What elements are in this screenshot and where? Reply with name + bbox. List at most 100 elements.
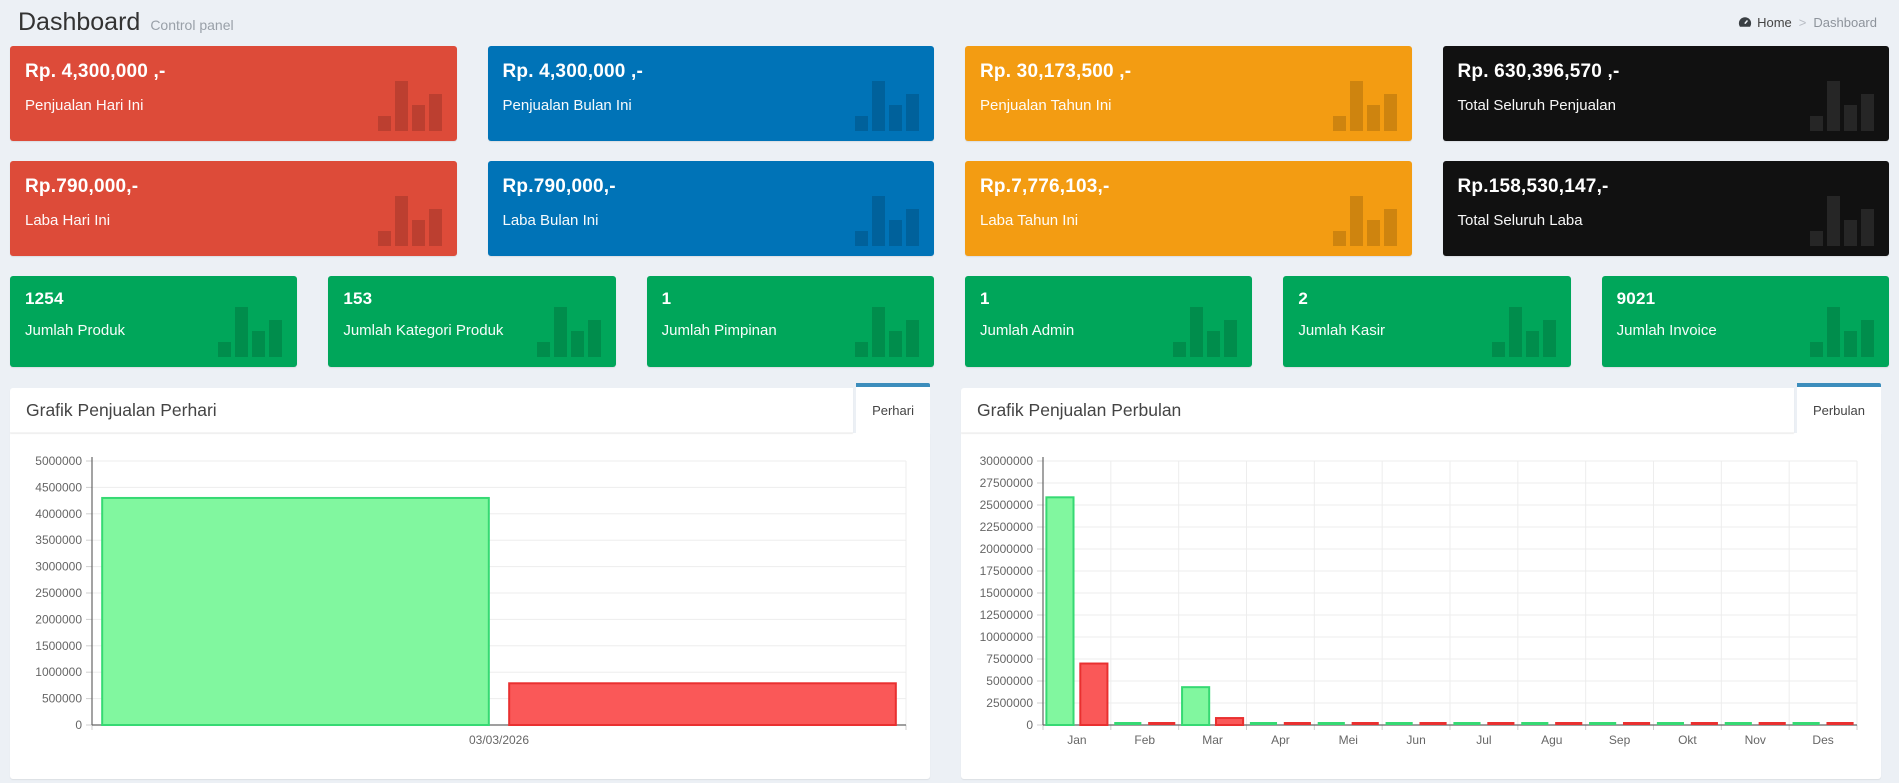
svg-text:7500000: 7500000 <box>986 652 1033 666</box>
stat-value: 1254 <box>25 289 282 309</box>
stat-row-laba: Rp.790,000,-Laba Hari Ini Rp.790,000,-Lab… <box>10 161 1889 256</box>
breadcrumb-current: Dashboard <box>1813 15 1877 30</box>
stat-box: Rp. 630,396,570 ,-Total Seluruh Penjuala… <box>1443 46 1890 141</box>
stat-value: 1 <box>980 289 1237 309</box>
svg-text:1500000: 1500000 <box>35 639 82 653</box>
bar-chart-icon <box>1810 307 1874 357</box>
svg-text:Jul: Jul <box>1476 733 1491 747</box>
perhari-bar-chart: 0500000100000015000002000000250000030000… <box>18 439 922 769</box>
stat-value: Rp.158,530,147,- <box>1458 176 1875 198</box>
svg-text:Mar: Mar <box>1202 733 1223 747</box>
svg-text:4500000: 4500000 <box>35 480 82 494</box>
svg-text:17500000: 17500000 <box>980 564 1034 578</box>
svg-text:22500000: 22500000 <box>980 520 1034 534</box>
bar-chart-icon <box>218 307 282 357</box>
svg-text:5000000: 5000000 <box>986 674 1033 688</box>
svg-text:0: 0 <box>1026 718 1033 732</box>
breadcrumb-home-label: Home <box>1757 15 1792 30</box>
svg-text:500000: 500000 <box>42 692 82 706</box>
bar-chart-icon <box>855 81 919 131</box>
bar-chart-icon <box>1333 81 1397 131</box>
svg-text:30000000: 30000000 <box>980 454 1034 468</box>
svg-text:1000000: 1000000 <box>35 665 82 679</box>
stat-box: Rp. 4,300,000 ,-Penjualan Bulan Ini <box>488 46 935 141</box>
svg-text:12500000: 12500000 <box>980 608 1034 622</box>
svg-text:Okt: Okt <box>1678 733 1697 747</box>
svg-text:Feb: Feb <box>1134 733 1155 747</box>
stat-value: 9021 <box>1617 289 1874 309</box>
page-title: Dashboard <box>18 8 140 37</box>
bar-chart-icon <box>1810 196 1874 246</box>
stat-box: 153Jumlah Kategori Produk <box>328 276 615 367</box>
svg-text:Sep: Sep <box>1609 733 1631 747</box>
svg-text:Des: Des <box>1812 733 1833 747</box>
panel-perbulan: Grafik Penjualan Perbulan Perbulan 0 2500… <box>961 388 1881 779</box>
bar-chart-icon <box>378 81 442 131</box>
stat-value: 1 <box>662 289 919 309</box>
breadcrumb-separator: > <box>1799 15 1807 30</box>
svg-text:2000000: 2000000 <box>35 612 82 626</box>
stat-box: 2Jumlah Kasir <box>1283 276 1570 367</box>
svg-text:10000000: 10000000 <box>980 630 1034 644</box>
svg-text:15000000: 15000000 <box>980 586 1034 600</box>
svg-text:Nov: Nov <box>1745 733 1766 747</box>
svg-text:25000000: 25000000 <box>980 498 1034 512</box>
stat-box: 9021Jumlah Invoice <box>1602 276 1889 367</box>
perbulan-bar-chart: 0 2500000 5000000 7500000 10000000 12500000 15… <box>969 439 1873 769</box>
page-subtitle: Control panel <box>150 17 233 33</box>
dashboard-content: Dashboard Control panel Home > Dashboard… <box>0 0 1899 779</box>
bar-chart-icon <box>537 307 601 357</box>
bar-chart-icon <box>855 307 919 357</box>
svg-text:Jun: Jun <box>1406 733 1425 747</box>
svg-text:03/03/2026: 03/03/2026 <box>469 733 529 747</box>
panel-perhari-header: Grafik Penjualan Perhari Perhari <box>10 388 930 433</box>
stat-box: Rp. 4,300,000 ,-Penjualan Hari Ini <box>10 46 457 141</box>
panel-perbulan-header: Grafik Penjualan Perbulan Perbulan <box>961 388 1881 433</box>
svg-text:5000000: 5000000 <box>35 454 82 468</box>
stat-value: Rp.7,776,103,- <box>980 176 1397 198</box>
panel-perhari: Grafik Penjualan Perhari Perhari 0 500000… <box>10 388 930 779</box>
svg-text:Mei: Mei <box>1339 733 1358 747</box>
bar-chart-icon <box>855 196 919 246</box>
count-row: 1254Jumlah Produk 153Jumlah Kategori Prod… <box>10 276 1889 367</box>
svg-text:20000000: 20000000 <box>980 542 1034 556</box>
stat-box: Rp.790,000,-Laba Bulan Ini <box>488 161 935 256</box>
stat-value: Rp. 30,173,500 ,- <box>980 61 1397 83</box>
bar-chart-icon <box>1333 196 1397 246</box>
svg-text:2500000: 2500000 <box>986 696 1033 710</box>
panel-perbulan-body: 0 2500000 5000000 7500000 10000000 12500000 15… <box>961 433 1881 779</box>
stat-value: Rp. 4,300,000 ,- <box>503 61 920 83</box>
svg-text:Apr: Apr <box>1271 733 1290 747</box>
stat-box: 1254Jumlah Produk <box>10 276 297 367</box>
stat-box: 1Jumlah Admin <box>965 276 1252 367</box>
svg-text:0: 0 <box>75 718 82 732</box>
stat-row-penjualan: Rp. 4,300,000 ,-Penjualan Hari IniRp. 4,… <box>10 46 1889 141</box>
stat-box: Rp.7,776,103,-Laba Tahun Ini <box>965 161 1412 256</box>
stat-box: Rp.158,530,147,-Total Seluruh Laba <box>1443 161 1890 256</box>
stat-box: Rp. 30,173,500 ,-Penjualan Tahun Ini <box>965 46 1412 141</box>
stat-value: Rp.790,000,- <box>503 176 920 198</box>
stat-value: Rp.790,000,- <box>25 176 442 198</box>
svg-text:Jan: Jan <box>1067 733 1086 747</box>
bar-chart-icon <box>1810 81 1874 131</box>
dashboard-icon <box>1738 16 1752 29</box>
panel-perhari-body: 0500000100000015000002000000250000030000… <box>10 433 930 779</box>
bar-chart-icon <box>378 196 442 246</box>
panel-perbulan-title: Grafik Penjualan Perbulan <box>961 388 1794 433</box>
breadcrumb-home-link[interactable]: Home <box>1738 15 1792 30</box>
bar-chart-icon <box>1492 307 1556 357</box>
panel-perhari-title: Grafik Penjualan Perhari <box>10 388 853 433</box>
svg-text:Agu: Agu <box>1541 733 1562 747</box>
stat-value: 2 <box>1298 289 1555 309</box>
svg-text:27500000: 27500000 <box>980 476 1034 490</box>
stat-value: Rp. 4,300,000 ,- <box>25 61 442 83</box>
stat-box: 1Jumlah Pimpinan <box>647 276 934 367</box>
stat-value: Rp. 630,396,570 ,- <box>1458 61 1875 83</box>
tab-perhari[interactable]: Perhari <box>856 383 930 433</box>
title-wrap: Dashboard Control panel <box>18 8 234 37</box>
tab-perbulan[interactable]: Perbulan <box>1797 383 1881 433</box>
breadcrumb: Home > Dashboard <box>1738 15 1881 30</box>
stat-box: Rp.790,000,-Laba Hari Ini <box>10 161 457 256</box>
svg-text:3500000: 3500000 <box>35 533 82 547</box>
bar-chart-icon <box>1173 307 1237 357</box>
